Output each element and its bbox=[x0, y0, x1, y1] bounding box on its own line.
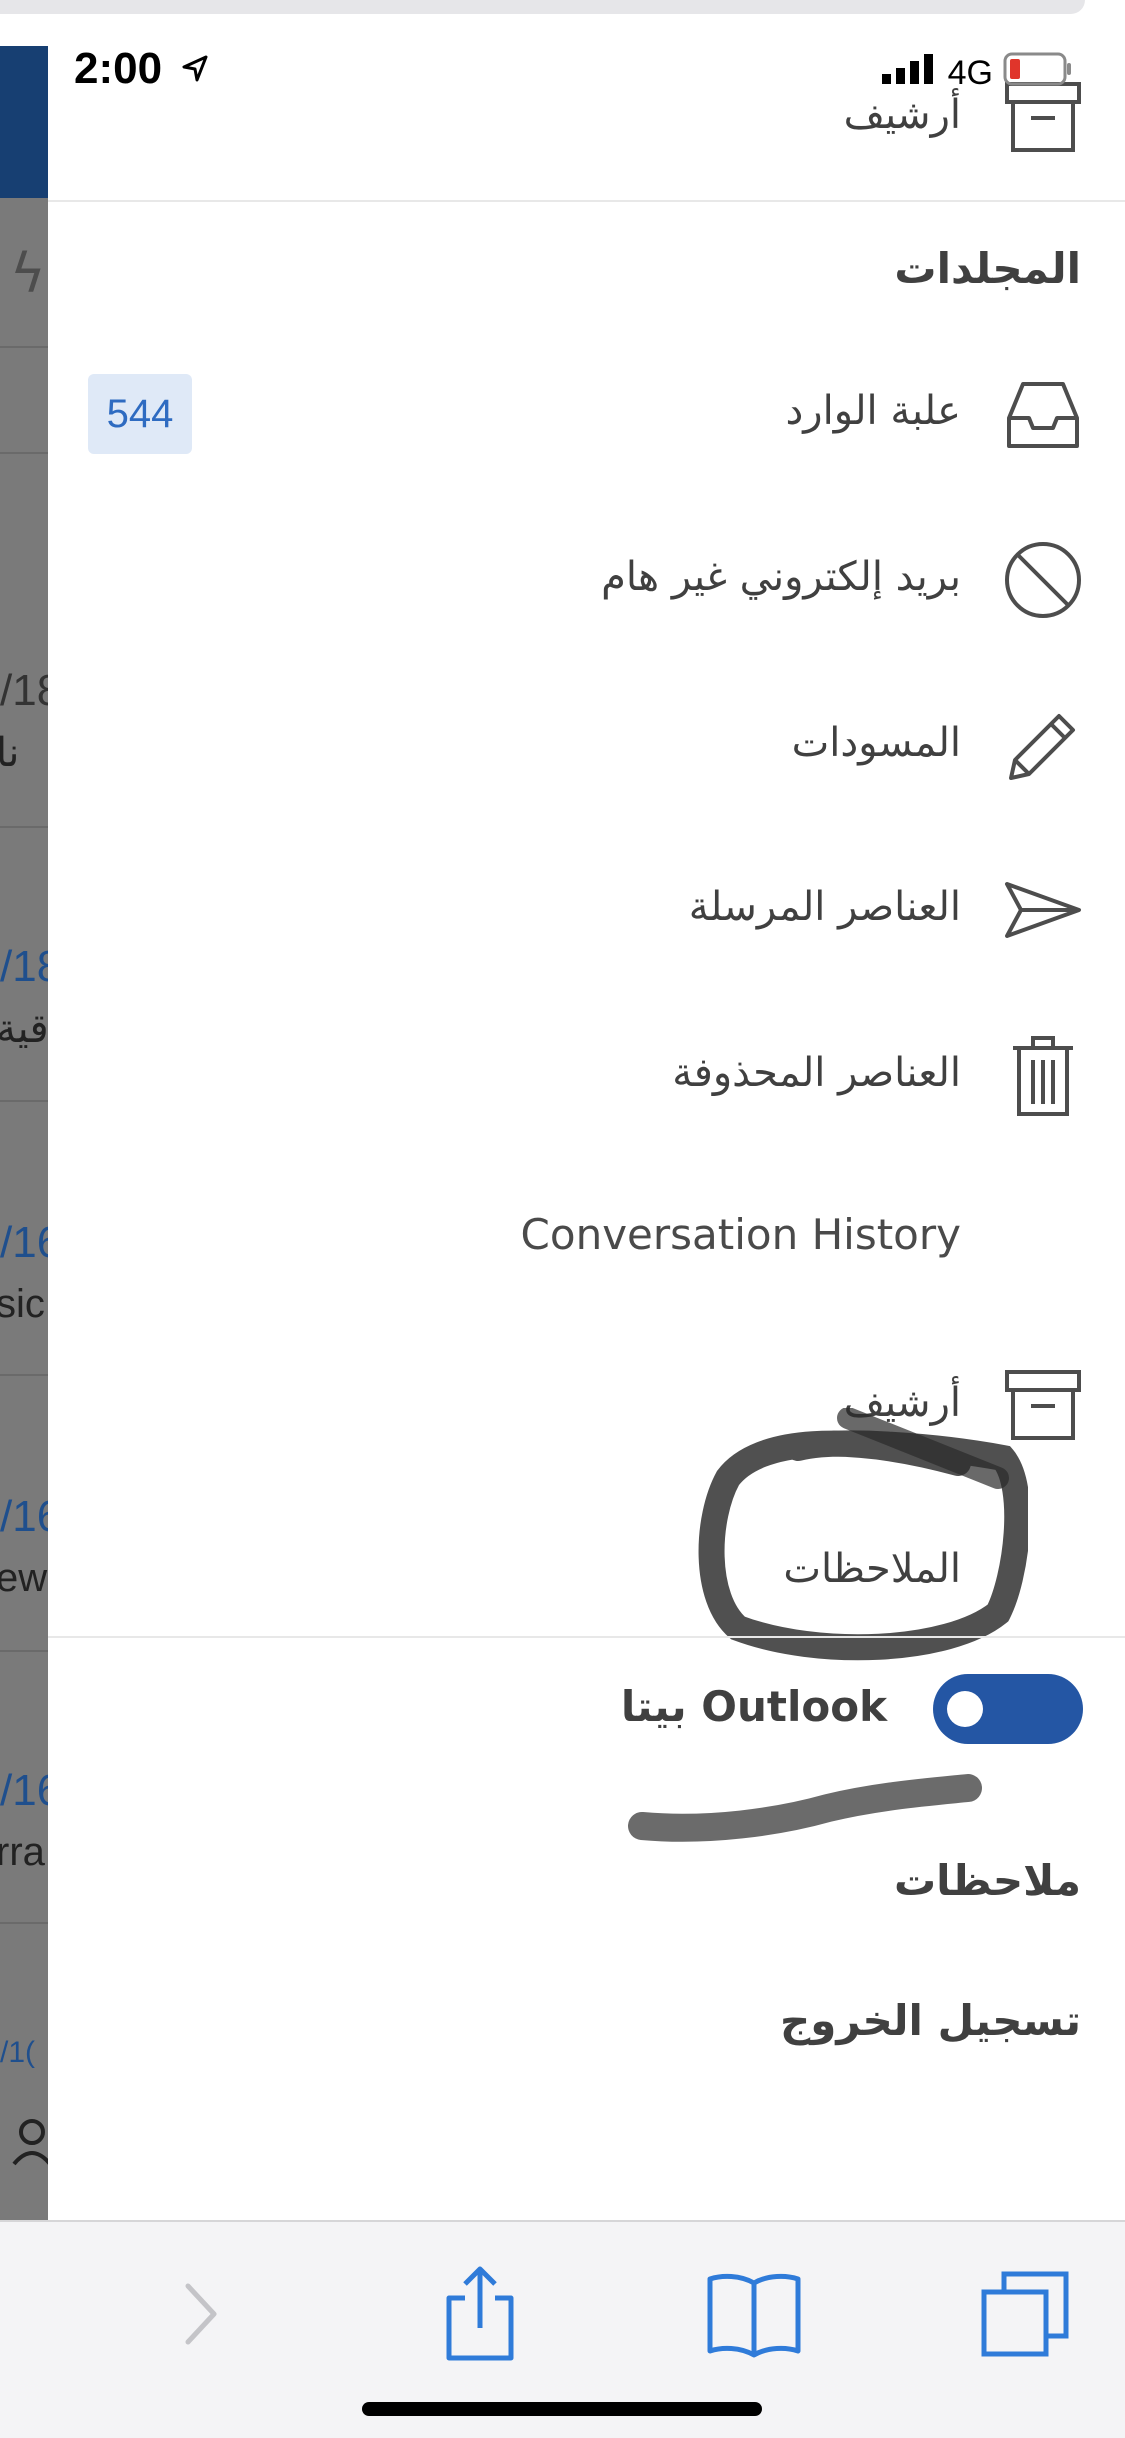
list-item-snippet: ew bbox=[0, 1556, 48, 1600]
archive-icon bbox=[1001, 1364, 1085, 1448]
home-indicator bbox=[362, 2402, 762, 2416]
list-item-snippet: قية bbox=[0, 1007, 48, 1051]
divider bbox=[0, 826, 48, 828]
folder-item-conversation-history[interactable]: Conversation History bbox=[521, 1210, 961, 1259]
folder-item-sent[interactable]: العناصر المرسلة bbox=[689, 884, 961, 930]
clock: 2:00 bbox=[74, 44, 163, 93]
divider bbox=[48, 200, 1125, 202]
notes-link[interactable]: ملاحظات bbox=[894, 1856, 1081, 1905]
trash-icon bbox=[1001, 1034, 1085, 1118]
divider bbox=[0, 346, 48, 348]
signal-bars-icon bbox=[881, 54, 938, 93]
list-item-snippet: rra bbox=[0, 1830, 45, 1874]
folder-item-junk[interactable]: بريد إلكتروني غير هام bbox=[601, 554, 961, 600]
folder-item-deleted[interactable]: العناصر المحذوفة bbox=[672, 1050, 961, 1096]
beta-toggle[interactable] bbox=[933, 1674, 1083, 1744]
browser-address-bar-remnant bbox=[0, 0, 1125, 46]
beta-toggle-label: Outlook بيتا bbox=[620, 1682, 887, 1731]
divider bbox=[0, 1650, 48, 1652]
person-icon bbox=[12, 2116, 48, 2178]
scribble-annotation bbox=[628, 1774, 982, 1842]
network-type: 4G bbox=[947, 54, 993, 92]
toggle-knob bbox=[947, 1691, 983, 1727]
folder-item-drafts[interactable]: المسودات bbox=[792, 720, 961, 766]
list-item-date: /16 bbox=[0, 1218, 48, 1267]
divider bbox=[0, 1100, 48, 1102]
folder-item-archive-top[interactable]: أرشيف bbox=[844, 92, 961, 138]
forward-chevron-icon[interactable] bbox=[150, 2264, 250, 2364]
list-item-date: /18 bbox=[0, 666, 48, 715]
scribble-annotation bbox=[698, 1408, 1028, 1661]
tabs-icon[interactable] bbox=[976, 2264, 1076, 2364]
blocked-icon bbox=[1001, 538, 1085, 622]
share-icon[interactable] bbox=[430, 2264, 530, 2364]
unread-count-badge: 544 bbox=[88, 374, 192, 454]
folder-item-inbox[interactable]: علبة الوارد bbox=[785, 388, 961, 434]
list-item-snippet: نا bbox=[0, 731, 20, 775]
divider bbox=[0, 1374, 48, 1376]
folder-item-notes[interactable]: الملاحظات bbox=[783, 1546, 961, 1592]
address-bar-edge bbox=[0, 0, 1085, 14]
list-item-snippet: sic bbox=[0, 1282, 45, 1326]
paper-plane-icon bbox=[1001, 868, 1085, 952]
folder-drawer: أرشيف المجلدات علبة الوارد 544 بريد إلكت… bbox=[48, 46, 1125, 2220]
divider bbox=[48, 1636, 1125, 1638]
lightning-icon: ϟ bbox=[10, 242, 46, 305]
list-item-date: /1( bbox=[0, 2036, 36, 2069]
sign-out-link[interactable]: تسجيل الخروج bbox=[780, 1996, 1081, 2045]
battery-low-icon bbox=[1003, 52, 1073, 95]
list-item-date: /16 bbox=[0, 1766, 48, 1815]
browser-toolbar bbox=[0, 2220, 1125, 2438]
inbox-tray-icon bbox=[1001, 372, 1085, 456]
app-header-edge bbox=[0, 46, 48, 198]
pencil-icon bbox=[1001, 704, 1085, 788]
folders-heading: المجلدات bbox=[894, 244, 1081, 293]
status-indicators: 4G bbox=[881, 52, 1073, 95]
dimmed-mail-list[interactable]: ϟ /18 نا /18 قية /16 sic /16 ew /16 rra … bbox=[0, 46, 48, 2220]
divider bbox=[0, 452, 48, 454]
list-item-date: /16 bbox=[0, 1492, 48, 1541]
status-time: 2:00 bbox=[74, 44, 210, 94]
divider bbox=[0, 1922, 48, 1924]
location-arrow-icon bbox=[180, 44, 210, 94]
list-item-date: /18 bbox=[0, 942, 48, 991]
folder-item-archive[interactable]: أرشيف bbox=[844, 1380, 961, 1426]
bookmarks-icon[interactable] bbox=[704, 2264, 804, 2364]
